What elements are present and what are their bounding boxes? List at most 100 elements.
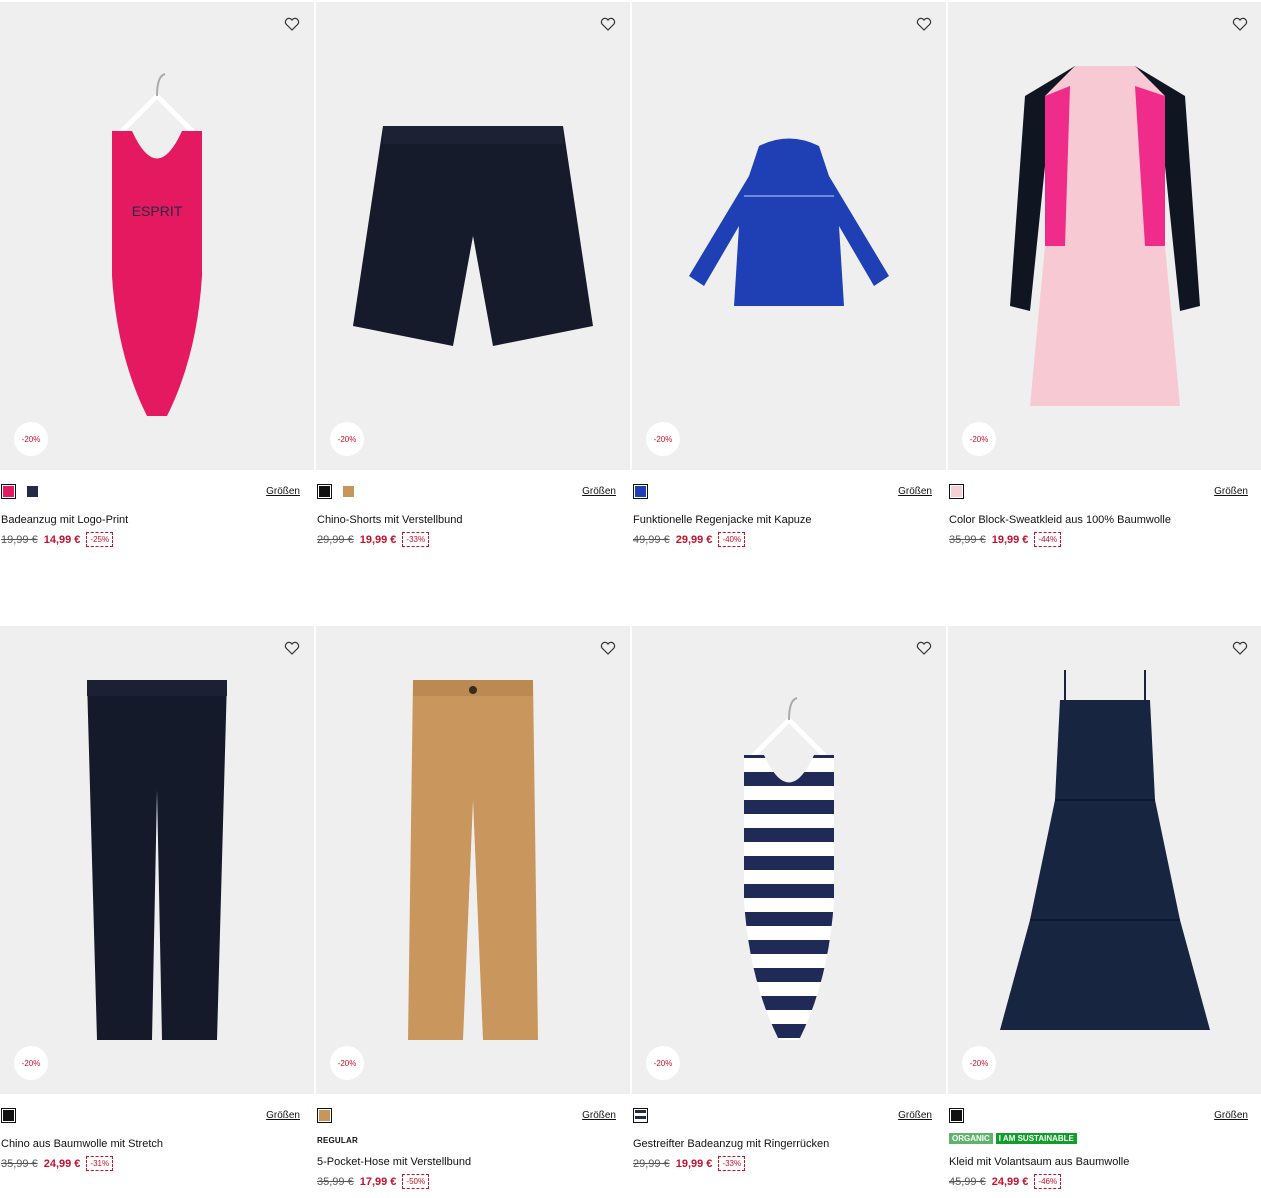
discount-percent: -40%	[718, 532, 746, 547]
product-image[interactable]: -20%	[948, 626, 1261, 1094]
color-swatch[interactable]	[633, 1108, 648, 1123]
sustainability-tags: ORGANIC I AM SUSTAINABLE	[949, 1133, 1077, 1144]
product-name[interactable]: Kleid mit Volantsaum aus Baumwolle	[949, 1156, 1129, 1168]
heart-icon[interactable]	[1232, 16, 1248, 32]
color-swatch[interactable]	[633, 484, 648, 499]
sale-price: 19,99 €	[675, 1157, 713, 1170]
chino-navy-image	[0, 626, 314, 1094]
heart-icon[interactable]	[284, 640, 300, 656]
sale-price: 19,99 €	[359, 533, 397, 546]
heart-icon[interactable]	[916, 640, 932, 656]
sizes-link[interactable]: Größen	[1214, 486, 1248, 497]
old-price: 49,99 €	[633, 533, 670, 546]
rain-jacket-blue-image	[632, 2, 946, 470]
sizes-link[interactable]: Größen	[898, 1110, 932, 1121]
color-swatch[interactable]	[317, 484, 332, 499]
tiered-dress-navy-image	[948, 626, 1261, 1094]
product-card[interactable]: -20% Größen ORGANIC I AM SUSTAINABLE Kle…	[948, 626, 1261, 1189]
sizes-link[interactable]: Größen	[266, 1110, 300, 1121]
product-grid-row-2: -20% Größen Chino aus Baumwolle mit Stre…	[0, 626, 1261, 1189]
discount-badge: -20%	[330, 422, 364, 456]
discount-percent: -50%	[402, 1174, 430, 1189]
heart-icon[interactable]	[1232, 640, 1248, 656]
color-swatches	[317, 484, 356, 499]
discount-percent: -33%	[718, 1156, 746, 1171]
product-image[interactable]: -20%	[316, 626, 630, 1094]
sizes-link[interactable]: Größen	[582, 486, 616, 497]
old-price: 29,99 €	[633, 1157, 670, 1170]
color-swatches	[317, 1108, 332, 1123]
product-name[interactable]: Funktionelle Regenjacke mit Kapuze	[633, 514, 812, 526]
color-swatch[interactable]	[25, 484, 40, 499]
discount-percent: -46%	[1034, 1174, 1062, 1189]
old-price: 35,99 €	[317, 1175, 354, 1188]
color-swatch[interactable]	[1, 1108, 16, 1123]
discount-badge: -20%	[646, 422, 680, 456]
sale-price: 24,99 €	[991, 1175, 1029, 1188]
product-image[interactable]: -20%	[632, 626, 946, 1094]
discount-percent: -31%	[86, 1156, 114, 1171]
discount-badge: -20%	[962, 1046, 996, 1080]
product-image[interactable]: -20%	[0, 626, 314, 1094]
organic-tag: ORGANIC	[949, 1133, 993, 1144]
color-swatches	[949, 484, 964, 499]
product-image[interactable]: -20%	[632, 2, 946, 470]
old-price: 19,99 €	[1, 533, 38, 546]
price-row: 35,99 € 24,99 € -31%	[1, 1156, 114, 1171]
product-name[interactable]: Badeanzug mit Logo-Print	[1, 514, 128, 526]
product-name[interactable]: Chino aus Baumwolle mit Stretch	[1, 1138, 163, 1150]
product-grid-row-1: ESPRIT -20% Größen Badeanzug mit Logo-Pr…	[0, 2, 1261, 562]
heart-icon[interactable]	[600, 640, 616, 656]
sweat-dress-pink-image	[948, 2, 1261, 470]
color-swatches	[633, 484, 648, 499]
product-card[interactable]: -20% Größen Chino aus Baumwolle mit Stre…	[0, 626, 314, 1186]
sizes-link[interactable]: Größen	[1214, 1110, 1248, 1121]
price-row: 29,99 € 19,99 € -33%	[633, 1156, 746, 1171]
discount-badge: -20%	[14, 422, 48, 456]
old-price: 45,99 €	[949, 1175, 986, 1188]
price-row: 49,99 € 29,99 € -40%	[633, 532, 746, 547]
color-swatch[interactable]	[949, 484, 964, 499]
old-price: 29,99 €	[317, 533, 354, 546]
color-swatch[interactable]	[341, 484, 356, 499]
sizes-link[interactable]: Größen	[266, 486, 300, 497]
discount-percent: -33%	[402, 532, 430, 547]
product-card[interactable]: -20% Größen Gestreifter Badeanzug mit Ri…	[632, 626, 946, 1186]
product-image[interactable]: ESPRIT -20%	[0, 2, 314, 470]
product-name[interactable]: Color Block-Sweatkleid aus 100% Baumwoll…	[949, 514, 1171, 526]
color-swatch[interactable]	[317, 1108, 332, 1123]
product-card[interactable]: -20% Größen Chino-Shorts mit Verstellbun…	[316, 2, 630, 562]
price-row: 35,99 € 19,99 € -44%	[949, 532, 1062, 547]
pants-camel-image	[316, 626, 630, 1094]
product-image[interactable]: -20%	[948, 2, 1261, 470]
product-card[interactable]: ESPRIT -20% Größen Badeanzug mit Logo-Pr…	[0, 2, 314, 562]
price-row: 19,99 € 14,99 € -25%	[1, 532, 114, 547]
heart-icon[interactable]	[284, 16, 300, 32]
svg-text:ESPRIT: ESPRIT	[132, 203, 183, 219]
discount-badge: -20%	[646, 1046, 680, 1080]
sizes-link[interactable]: Größen	[898, 486, 932, 497]
price-row: 45,99 € 24,99 € -46%	[949, 1174, 1062, 1189]
heart-icon[interactable]	[600, 16, 616, 32]
product-card[interactable]: -20% Größen Funktionelle Regenjacke mit …	[632, 2, 946, 562]
product-name[interactable]: Gestreifter Badeanzug mit Ringerrücken	[633, 1138, 829, 1150]
discount-badge: -20%	[962, 422, 996, 456]
product-card[interactable]: -20% Größen Color Block-Sweatkleid aus 1…	[948, 2, 1261, 562]
price-row: 29,99 € 19,99 € -33%	[317, 532, 430, 547]
discount-percent: -44%	[1034, 532, 1062, 547]
color-swatch[interactable]	[949, 1108, 964, 1123]
product-card[interactable]: -20% Größen REGULAR 5-Pocket-Hose mit Ve…	[316, 626, 630, 1189]
product-name[interactable]: 5-Pocket-Hose mit Verstellbund	[317, 1156, 471, 1168]
sizes-link[interactable]: Größen	[582, 1110, 616, 1121]
sale-price: 14,99 €	[43, 533, 81, 546]
product-image[interactable]: -20%	[316, 2, 630, 470]
old-price: 35,99 €	[1, 1157, 38, 1170]
sale-price: 19,99 €	[991, 533, 1029, 546]
heart-icon[interactable]	[916, 16, 932, 32]
color-swatches	[1, 1108, 16, 1123]
sale-price: 17,99 €	[359, 1175, 397, 1188]
swimsuit-striped-image	[632, 626, 946, 1094]
discount-percent: -25%	[86, 532, 114, 547]
product-name[interactable]: Chino-Shorts mit Verstellbund	[317, 514, 463, 526]
color-swatch[interactable]	[1, 484, 16, 499]
